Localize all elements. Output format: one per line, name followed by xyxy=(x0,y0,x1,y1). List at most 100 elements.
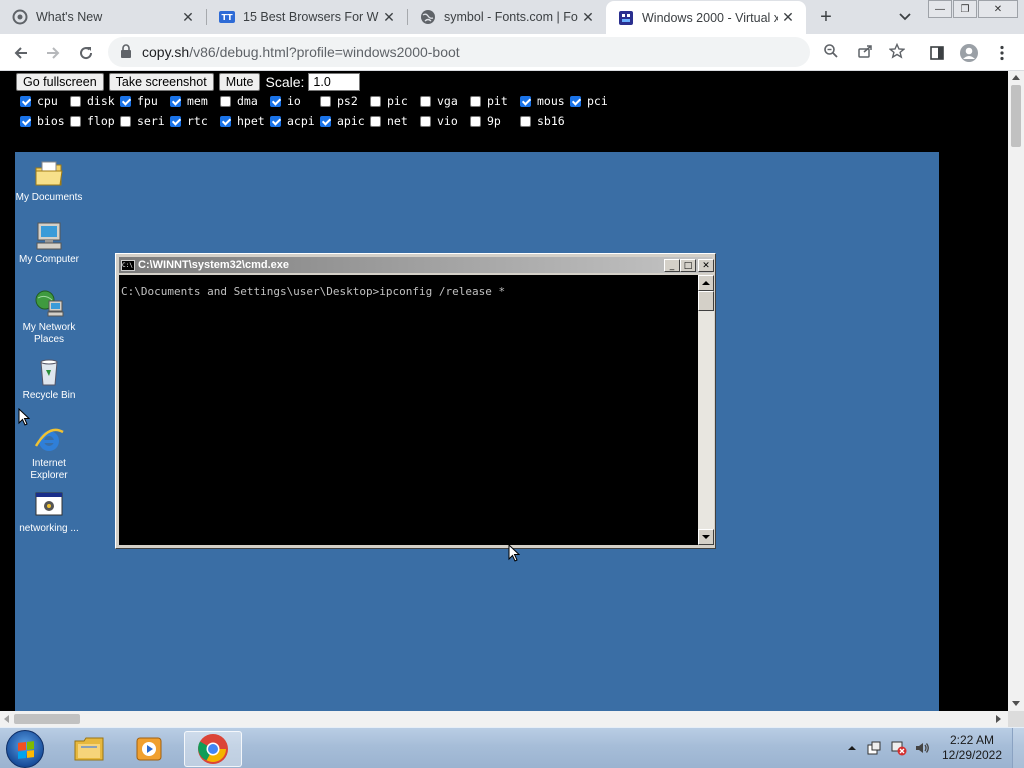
checkbox-checked[interactable] xyxy=(270,115,281,127)
page-horizontal-scrollbar[interactable] xyxy=(0,711,1008,727)
side-panel-button[interactable] xyxy=(924,40,950,66)
desktop-icon-my-network-places[interactable]: My Network Places xyxy=(15,288,83,346)
checkbox-unchecked[interactable] xyxy=(370,115,381,127)
scroll-thumb[interactable] xyxy=(1011,85,1021,147)
log-option-pic[interactable]: pic xyxy=(370,92,408,110)
zoom-icon[interactable] xyxy=(823,43,839,64)
checkbox-unchecked[interactable] xyxy=(470,115,481,127)
log-option-sb16[interactable]: sb16 xyxy=(520,112,565,130)
log-option-apic[interactable]: apic xyxy=(320,112,365,130)
checkbox-checked[interactable] xyxy=(170,95,181,107)
address-bar[interactable]: copy.sh/v86/debug.html?profile=windows20… xyxy=(108,37,906,67)
cmd-window[interactable]: C:\ C:\WINNT\system32\cmd.exe _ □ ✕ C:\D… xyxy=(115,253,716,549)
network-disconnected-icon[interactable] xyxy=(891,740,907,756)
restore-window-button[interactable]: ❐ xyxy=(953,0,977,18)
new-tab-button[interactable]: + xyxy=(814,6,838,28)
checkbox-checked[interactable] xyxy=(220,115,231,127)
tab-whats-new[interactable]: What's New ✕ xyxy=(0,0,206,34)
minimize-window-button[interactable]: — xyxy=(928,0,952,18)
close-icon[interactable]: ✕ xyxy=(778,8,798,28)
reload-button[interactable] xyxy=(73,40,99,66)
log-option-vga[interactable]: vga xyxy=(420,92,458,110)
checkbox-unchecked[interactable] xyxy=(120,115,131,127)
checkbox-unchecked[interactable] xyxy=(220,95,231,107)
taskbar-file-explorer[interactable] xyxy=(62,731,116,767)
close-icon[interactable]: ✕ xyxy=(178,7,198,27)
scroll-thumb[interactable] xyxy=(14,714,80,724)
cmd-maximize-button[interactable]: □ xyxy=(680,259,696,272)
profile-button[interactable] xyxy=(956,40,982,66)
taskbar-media-player[interactable] xyxy=(122,731,176,767)
action-center-icon[interactable] xyxy=(866,740,882,756)
bookmark-star-icon[interactable] xyxy=(888,42,906,64)
log-option-ps2[interactable]: ps2 xyxy=(320,92,358,110)
checkbox-unchecked[interactable] xyxy=(470,95,481,107)
volume-icon[interactable] xyxy=(914,740,930,756)
cmd-scrollbar[interactable] xyxy=(698,275,714,545)
checkbox-unchecked[interactable] xyxy=(370,95,381,107)
checkbox-checked[interactable] xyxy=(120,95,131,107)
up-arrow-icon[interactable] xyxy=(1012,75,1020,80)
back-button[interactable] xyxy=(8,40,34,66)
scale-input[interactable]: 1.0 xyxy=(308,73,361,91)
checkbox-unchecked[interactable] xyxy=(420,95,431,107)
checkbox-checked[interactable] xyxy=(170,115,181,127)
cmd-title-bar[interactable]: C:\ C:\WINNT\system32\cmd.exe _ □ ✕ xyxy=(119,257,714,273)
log-option-dma[interactable]: dma xyxy=(220,92,258,110)
checkbox-unchecked[interactable] xyxy=(420,115,431,127)
tab-search-chevron-icon[interactable] xyxy=(894,7,916,27)
checkbox-checked[interactable] xyxy=(270,95,281,107)
scroll-up-button[interactable] xyxy=(698,275,714,291)
desktop-icon-internet-explorer[interactable]: Internet Explorer xyxy=(15,424,83,482)
log-option-net[interactable]: net xyxy=(370,112,408,130)
log-option-cpu[interactable]: cpu xyxy=(20,92,58,110)
system-clock[interactable]: 2:22 AM 12/29/2022 xyxy=(934,733,1010,763)
chrome-menu-button[interactable] xyxy=(989,40,1015,66)
forward-button[interactable] xyxy=(40,40,66,66)
scroll-down-button[interactable] xyxy=(698,529,714,545)
checkbox-unchecked[interactable] xyxy=(70,115,81,127)
share-icon[interactable] xyxy=(857,43,873,64)
cmd-console[interactable]: C:\Documents and Settings\user\Desktop>i… xyxy=(119,275,698,545)
taskbar-chrome[interactable] xyxy=(184,731,242,767)
checkbox-unchecked[interactable] xyxy=(70,95,81,107)
log-option-disk[interactable]: disk xyxy=(70,92,115,110)
log-option-fpu[interactable]: fpu xyxy=(120,92,158,110)
log-option-vio[interactable]: vio xyxy=(420,112,458,130)
log-option-acpi[interactable]: acpi xyxy=(270,112,315,130)
desktop-icon-my-computer[interactable]: My Computer xyxy=(15,220,83,266)
close-icon[interactable]: ✕ xyxy=(379,7,399,27)
page-vertical-scrollbar[interactable] xyxy=(1008,71,1024,711)
mute-button[interactable]: Mute xyxy=(218,73,261,91)
take-screenshot-button[interactable]: Take screenshot xyxy=(108,73,214,91)
tab-fonts-com[interactable]: symbol - Fonts.com | Fon ✕ xyxy=(408,0,606,34)
log-option-hpet[interactable]: hpet xyxy=(220,112,265,130)
right-arrow-icon[interactable] xyxy=(996,715,1001,723)
desktop-icon-my-documents[interactable]: My Documents xyxy=(15,158,83,204)
log-option-flop[interactable]: flop xyxy=(70,112,115,130)
guest-desktop[interactable]: My Documents My Computer My Network Plac… xyxy=(15,152,939,711)
log-option-rtc[interactable]: rtc xyxy=(170,112,208,130)
checkbox-checked[interactable] xyxy=(320,115,331,127)
desktop-icon-networking[interactable]: networking ... xyxy=(15,489,83,535)
tab-windows-2000[interactable]: Windows 2000 - Virtual x ✕ xyxy=(606,1,806,34)
cmd-minimize-button[interactable]: _ xyxy=(664,259,680,272)
lock-icon[interactable] xyxy=(120,44,132,63)
desktop-icon-recycle-bin[interactable]: Recycle Bin xyxy=(15,356,83,402)
scroll-thumb[interactable] xyxy=(698,291,714,311)
close-icon[interactable]: ✕ xyxy=(578,7,598,27)
checkbox-checked[interactable] xyxy=(20,115,31,127)
checkbox-unchecked[interactable] xyxy=(320,95,331,107)
down-arrow-icon[interactable] xyxy=(1012,701,1020,706)
cmd-close-button[interactable]: ✕ xyxy=(698,259,714,272)
log-option-pci[interactable]: pci xyxy=(570,92,608,110)
log-option-io[interactable]: io xyxy=(270,92,301,110)
checkbox-checked[interactable] xyxy=(570,95,581,107)
log-option-9p[interactable]: 9p xyxy=(470,112,501,130)
close-window-button[interactable]: ✕ xyxy=(978,0,1018,18)
log-option-seri[interactable]: seri xyxy=(120,112,165,130)
tab-best-browsers[interactable]: TT 15 Best Browsers For Win ✕ xyxy=(207,0,407,34)
go-fullscreen-button[interactable]: Go fullscreen xyxy=(16,73,104,91)
checkbox-checked[interactable] xyxy=(520,95,531,107)
start-button[interactable] xyxy=(6,730,44,768)
